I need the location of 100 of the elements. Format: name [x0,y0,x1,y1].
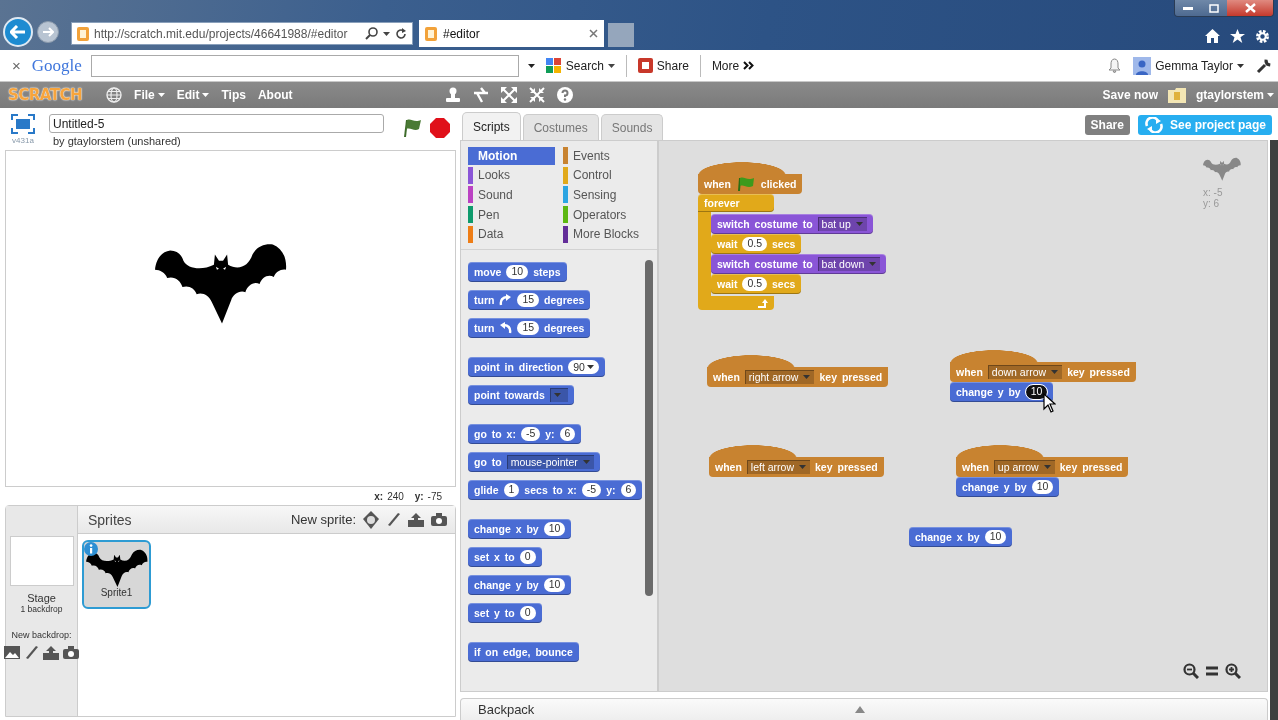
number-input[interactable]: 15 [517,320,540,335]
backpack-bar[interactable]: Backpack [460,698,1268,720]
close-button[interactable] [1227,0,1273,16]
category-item[interactable]: Operators [563,205,650,224]
category-item[interactable]: Events [563,147,650,165]
scripts-area[interactable] [658,140,1268,692]
grow-icon[interactable] [500,87,517,103]
expand-icon[interactable] [855,706,865,713]
number-input[interactable]: 10 [506,264,529,279]
stack-block[interactable]: wait 0.5 secs [711,274,802,294]
stack-block[interactable]: turn 15 degrees [468,317,591,338]
refresh-icon[interactable] [395,27,407,40]
home-icon[interactable] [1205,29,1220,43]
wrench-icon[interactable] [1256,57,1272,74]
dropdown-menu[interactable]: bat up [817,217,867,231]
dropdown-menu[interactable]: bat down [817,257,881,271]
search-field[interactable] [90,54,519,77]
category-item[interactable]: More Blocks [563,225,650,243]
stack-block[interactable]: switch costume to bat up [711,214,873,234]
star-icon[interactable] [1230,29,1245,43]
forward-button[interactable] [37,21,59,43]
menu-item[interactable]: Edit [176,88,210,102]
menu-item[interactable]: File [134,88,165,102]
category-item[interactable]: Sound [468,186,555,204]
number-input[interactable]: 0 [519,605,536,620]
browser-tab[interactable]: #editor [419,20,604,47]
bell-icon[interactable] [1108,58,1122,73]
stack-block[interactable]: switch costume to bat down [711,254,887,274]
stack-block[interactable]: change x by 10 [909,527,1013,547]
sprite-thumbnail[interactable]: Sprite1 [82,540,151,609]
dropdown-menu[interactable]: down arrow [987,365,1063,379]
zoom-in-icon[interactable] [1225,663,1241,679]
stack-block[interactable]: point in direction 90 [468,356,605,377]
stop-button[interactable] [430,118,450,138]
scrollbar[interactable] [645,259,653,596]
number-input[interactable]: 10 [1025,385,1048,399]
stamp-icon[interactable] [444,87,461,103]
number-input[interactable]: -5 [581,482,602,497]
stack-block[interactable]: turn 15 degrees [468,289,591,310]
help-icon[interactable] [556,87,573,103]
hat-block[interactable]: when left arrow key pressed [709,444,884,477]
project-title-field[interactable]: Untitled-5 [49,114,384,133]
address-bar[interactable]: http://scratch.mit.edu/projects/46641988/#editor [71,22,413,45]
dropdown-menu[interactable]: mouse-pointer [506,454,594,469]
globe-icon[interactable] [106,87,123,103]
number-input[interactable]: 10 [543,577,566,592]
stack-block[interactable]: change y by 10 [468,574,572,595]
close-button[interactable]: × [8,57,25,74]
dropdown-menu[interactable]: right arrow [744,370,815,384]
number-input[interactable]: 0.5 [742,277,768,291]
more-button[interactable]: More [707,58,759,73]
number-input[interactable]: 6 [559,426,576,441]
menu-item[interactable]: About [257,88,293,102]
share-button[interactable]: Share [1084,115,1130,135]
full-screen-icon[interactable] [11,114,35,134]
back-button[interactable] [3,17,33,47]
upload-icon[interactable] [408,512,424,527]
info-icon[interactable] [84,542,98,556]
save-now-link[interactable]: Save now [1102,88,1158,102]
number-input[interactable]: 0.5 [742,237,768,251]
stack-block[interactable]: point towards [468,384,574,405]
hat-block[interactable]: when up arrow key pressed [956,444,1129,477]
stack-block[interactable]: change y by 10 [956,477,1060,497]
menu-item[interactable]: Tips [221,88,246,102]
shrink-icon[interactable] [528,87,545,103]
stack-block[interactable]: wait 0.5 secs [711,234,802,254]
hat-block[interactable]: when right arrow key pressed [707,354,889,387]
share-button[interactable]: Share [633,58,693,73]
number-input[interactable]: 0 [519,549,536,564]
upload-icon[interactable] [43,646,59,660]
stack-block[interactable]: change y by 10 [950,382,1054,402]
dropdown-menu[interactable]: up arrow [993,460,1055,474]
stack-block[interactable]: set x to 0 [468,546,542,567]
stack-block[interactable]: if on edge, bounce [468,641,579,662]
category-item[interactable]: Pen [468,205,555,224]
number-input[interactable]: 10 [1031,480,1054,494]
account-button[interactable]: Gemma Taylor [1129,56,1248,75]
search-icon[interactable] [365,27,378,40]
category-item[interactable]: Sensing [563,186,650,204]
paint-new-icon[interactable] [24,646,39,660]
stack-block[interactable]: go to x: -5 y: 6 [468,423,582,444]
hat-block[interactable]: when down arrow key pressed [950,349,1136,382]
minimize-button[interactable] [1175,0,1201,16]
stack-block[interactable]: glide 1 secs to x: -5 y: 6 [468,479,643,500]
dropdown-menu[interactable] [549,387,568,402]
number-input[interactable]: 1 [503,482,520,497]
flag-button[interactable] [402,118,422,138]
category-item[interactable]: Motion [468,147,555,165]
tab[interactable]: Costumes [522,114,599,140]
number-input[interactable]: 15 [517,292,540,307]
stage-thumbnail[interactable] [9,536,74,586]
dropdown-menu[interactable]: left arrow [746,460,811,474]
caret-icon[interactable] [527,63,535,68]
caret-icon[interactable] [383,31,390,36]
image-icon[interactable] [4,646,20,659]
stack-block[interactable]: go to mouse-pointer [468,451,600,472]
number-input[interactable]: -5 [520,426,541,441]
category-item[interactable]: Control [563,166,650,185]
tab[interactable]: Sounds [600,114,664,140]
camera-icon[interactable] [431,513,447,526]
